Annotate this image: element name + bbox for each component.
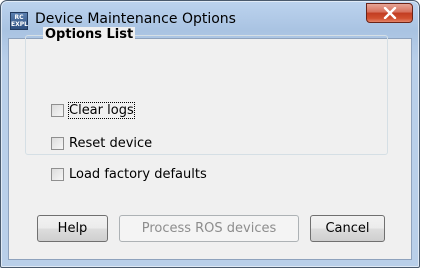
app-icon: RC EXPL	[10, 12, 28, 30]
reset-device-option[interactable]: Reset device	[51, 134, 152, 152]
help-button[interactable]: Help	[37, 215, 108, 242]
app-icon-text-bottom: EXPL	[11, 21, 28, 28]
load-factory-defaults-checkbox[interactable]	[51, 167, 64, 181]
clear-logs-checkbox[interactable]	[51, 103, 64, 117]
load-factory-defaults-option[interactable]: Load factory defaults	[51, 165, 207, 183]
cancel-button[interactable]: Cancel	[310, 215, 385, 242]
window-title: Device Maintenance Options	[35, 11, 236, 27]
clear-logs-option[interactable]: Clear logs	[51, 101, 135, 119]
reset-device-checkbox[interactable]	[51, 136, 64, 150]
load-factory-defaults-label[interactable]: Load factory defaults	[69, 167, 207, 182]
reset-device-label[interactable]: Reset device	[69, 136, 152, 151]
clear-logs-label[interactable]: Clear logs	[68, 101, 135, 119]
process-ros-devices-button[interactable]: Process ROS devices	[119, 215, 299, 242]
options-group-title: Options List	[43, 27, 136, 43]
app-icon-text-top: RC	[14, 14, 24, 21]
close-x-icon	[383, 6, 396, 20]
close-button[interactable]	[366, 3, 413, 23]
